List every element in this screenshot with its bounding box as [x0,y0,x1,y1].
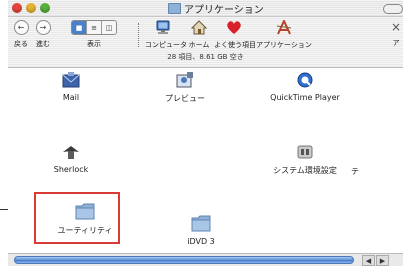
title-bar[interactable]: アプリケーション [8,0,403,17]
folder-icon [191,215,211,232]
zoom-button[interactable] [40,3,50,13]
computer-button[interactable]: コンピュータ [145,20,187,50]
preview-icon [176,72,193,88]
favorites-button[interactable]: よく使う項目 [214,20,256,50]
scrollbar-thumb[interactable] [14,256,354,264]
scroll-left-icon[interactable]: ◀ [362,255,375,266]
list-item-system-preferences[interactable]: システム環境設定 [260,144,350,176]
highlight-box [34,192,120,244]
list-item-preview[interactable]: プレビュー [140,72,230,104]
toolbar-overflow[interactable]: × ア [390,20,402,48]
scroll-arrows: ◀ ▶ [362,255,389,266]
minimize-button[interactable] [26,3,36,13]
list-item-cutoff[interactable]: テ [351,166,371,177]
toolbar: ← 戻る → 進む ■ ≡ ◫ 表示 コンピュータ ホーム よく使う項目 アプリ… [8,17,403,68]
system-preferences-icon [297,145,313,159]
list-item-quicktime[interactable]: QuickTime Player [260,72,350,102]
mail-icon [62,72,80,88]
applications-icon [276,18,292,35]
overflow-icon: × [390,20,402,34]
toolbar-separator [138,23,139,47]
list-view-icon[interactable]: ≡ [87,21,102,34]
status-bar: 28 項目、8.61 GB 空き [167,53,244,61]
list-item-sherlock[interactable]: Sherlock [26,144,116,174]
forward-button[interactable]: → 進む [32,20,54,49]
toolbar-toggle-button[interactable] [383,4,403,14]
computer-icon [156,20,170,34]
list-item-mail[interactable]: Mail [26,72,116,102]
home-icon [190,20,208,35]
quicktime-icon [297,72,313,88]
list-item-idvd[interactable]: iDVD 3 [156,214,246,246]
back-arrow-icon: ← [13,20,29,35]
heart-icon [227,21,241,34]
close-button[interactable] [12,3,22,13]
column-view-icon[interactable]: ◫ [102,21,116,34]
applications-button[interactable]: アプリケーション [256,18,312,50]
back-button[interactable]: ← 戻る [10,20,32,49]
window-title: アプリケーション [168,1,264,16]
folder-icon [168,3,181,14]
horizontal-scrollbar[interactable]: ◀ ▶ [8,253,403,266]
icon-view-icon[interactable]: ■ [72,21,87,34]
scroll-right-icon[interactable]: ▶ [376,255,389,266]
forward-arrow-icon: → [35,20,51,35]
sherlock-icon [63,146,79,159]
home-button[interactable]: ホーム [186,20,212,50]
view-control[interactable]: ■ ≡ ◫ 表示 [64,20,124,49]
